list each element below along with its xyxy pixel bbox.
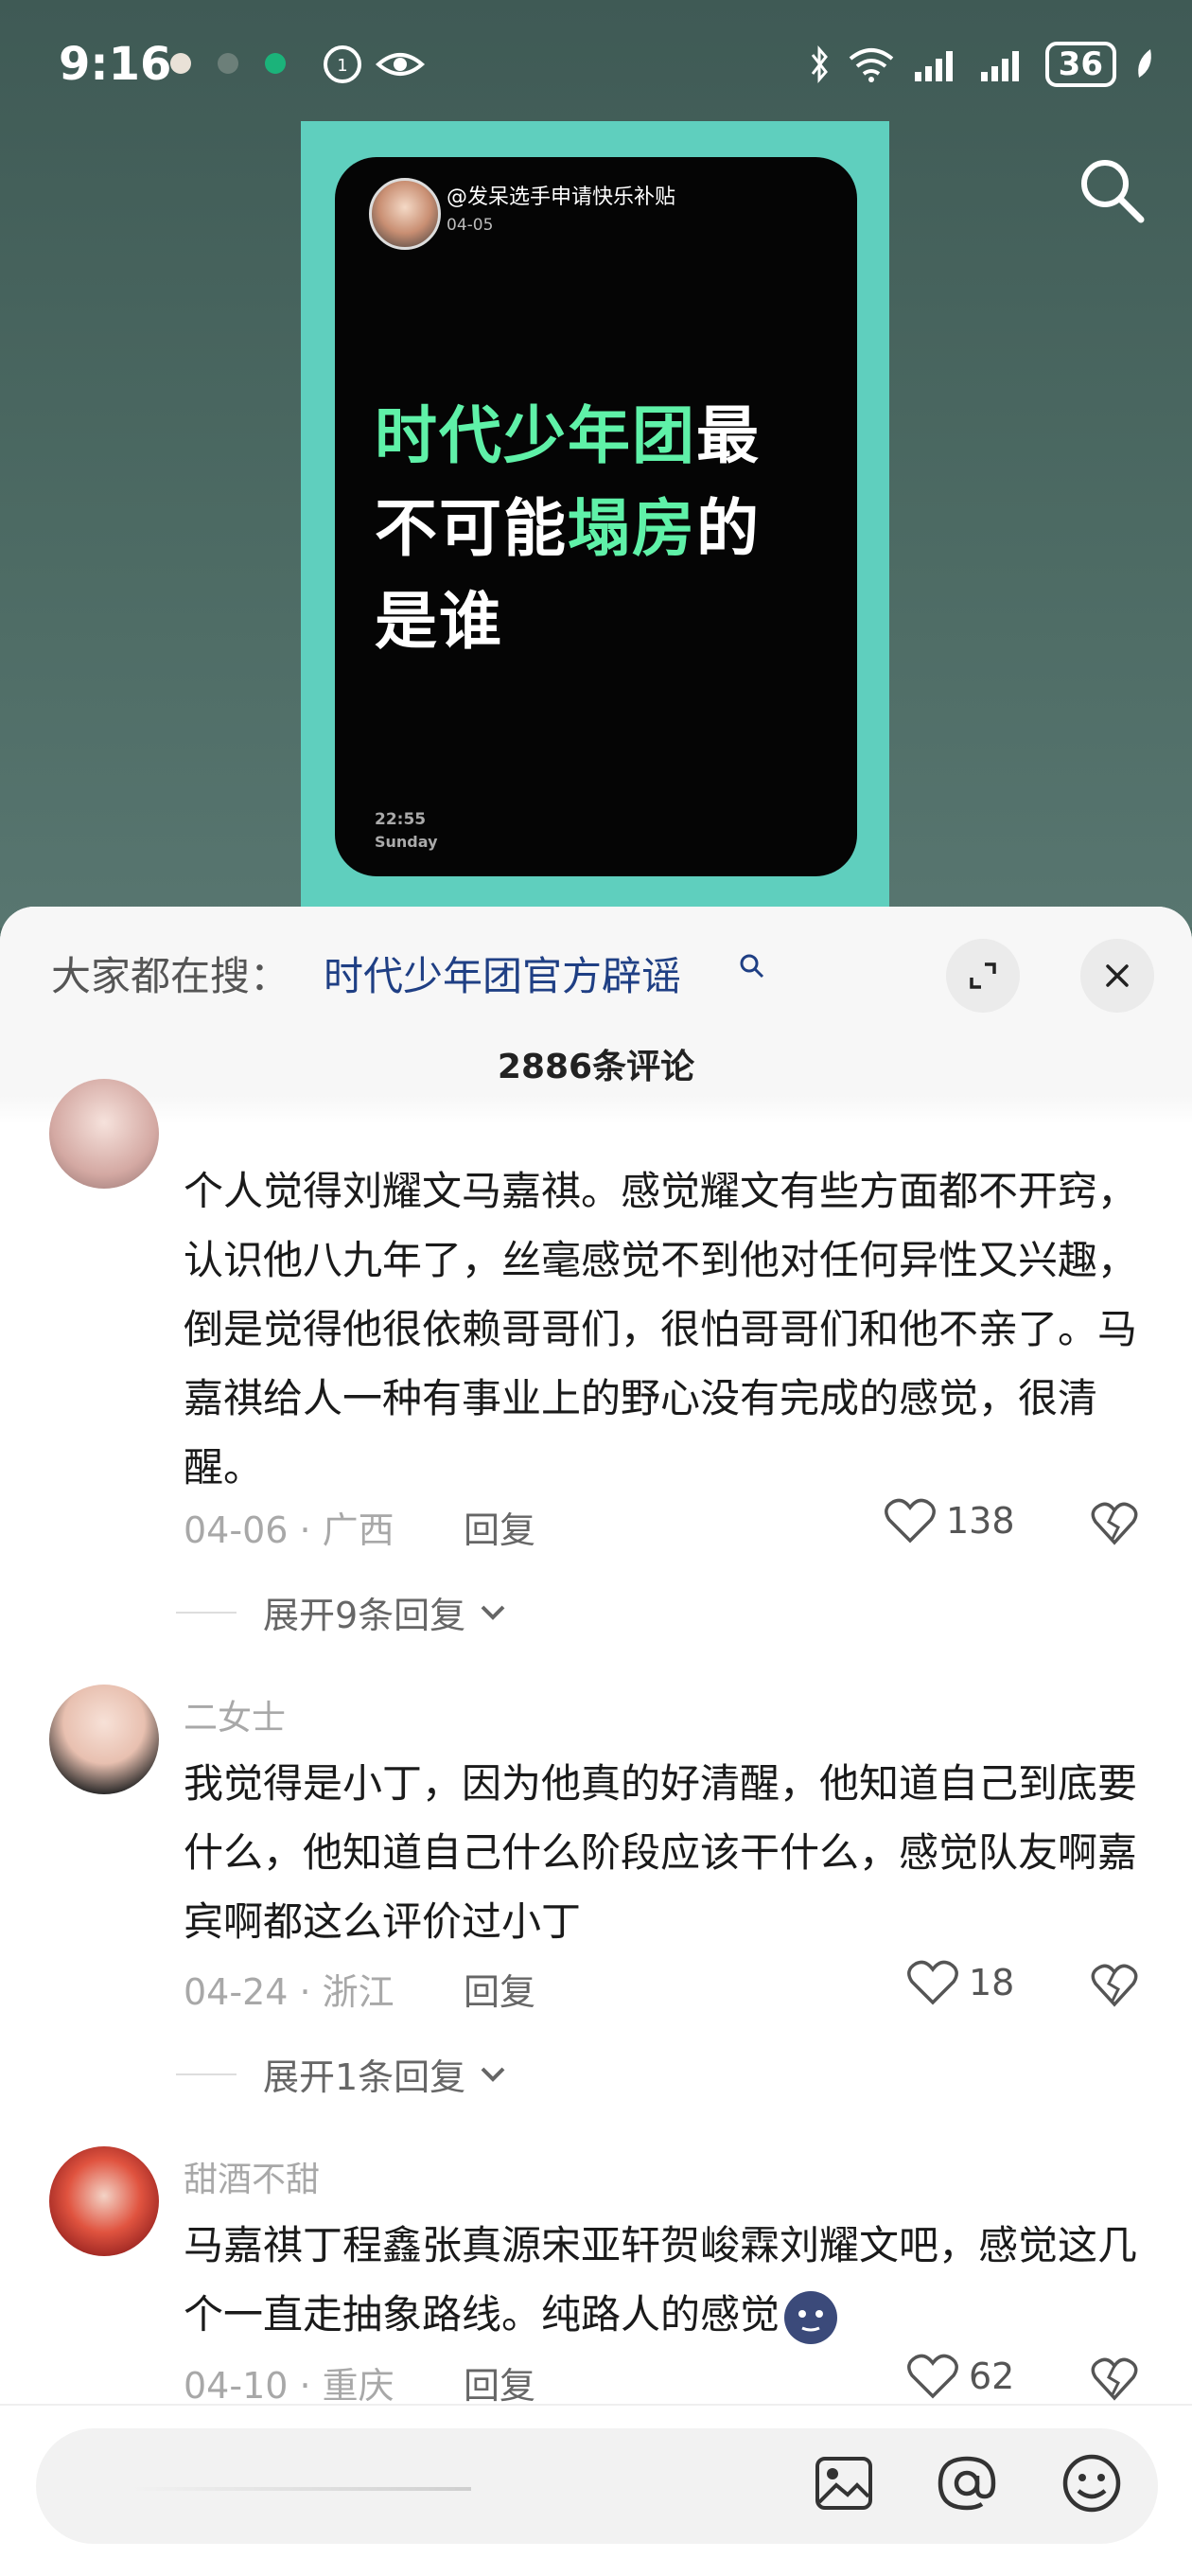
status-bar: 9:16 1 36 (0, 0, 1192, 132)
charging-leaf-icon (1138, 49, 1151, 78)
video-headline: 时代少年团最 不可能塌房的 是谁 (375, 390, 829, 668)
reply-button[interactable]: 回复 (464, 1963, 535, 2015)
like-button[interactable]: 62 (906, 2353, 1014, 2400)
chevron-down-icon (481, 1605, 505, 1620)
reply-button[interactable]: 回复 (464, 2356, 535, 2408)
comment-count: 2886条评论 (497, 1048, 695, 1086)
chevron-down-icon (481, 2067, 505, 2082)
headline-text: 不可能 (375, 492, 568, 565)
app-badge-icon: 1 (324, 45, 361, 83)
face-emoji-icon (784, 2290, 838, 2344)
heart-icon (907, 1960, 958, 2005)
comment-location: 广西 (322, 1509, 394, 1551)
card-day: Sunday (375, 833, 438, 851)
expand-replies[interactable]: 展开9条回复 (176, 1586, 509, 1638)
dislike-icon[interactable] (1090, 1963, 1139, 2008)
input-placeholder-bar (131, 2487, 471, 2491)
post-date: 04-05 (447, 216, 494, 235)
dislike-icon[interactable] (1090, 2356, 1139, 2402)
close-button[interactable] (1080, 939, 1154, 1013)
search-icon[interactable] (738, 952, 766, 980)
comment-date: 04-24 (184, 1971, 289, 2013)
creator-handle: @发呆选手申请快乐补贴 (447, 185, 676, 209)
like-button[interactable]: 18 (906, 1959, 1014, 2006)
comment-text-body: 马嘉祺丁程鑫张真源宋亚轩贺峻霖刘耀文吧，感觉这几个一直走抽象路线。纯路人的感觉 (184, 2222, 1138, 2338)
wifi-icon (849, 48, 893, 82)
card-clock: 22:55 (375, 810, 427, 829)
notification-icons (170, 53, 286, 74)
emoji-icon[interactable] (1060, 2451, 1124, 2515)
heart-icon (907, 2354, 958, 2399)
comment-location: 重庆 (322, 2365, 394, 2407)
heart-icon (885, 1498, 936, 1544)
sheet-header: 大家都在搜： 时代少年团官方辟谣 2886条评论 (0, 907, 1192, 1096)
trending-search-label: 大家都在搜： (51, 953, 290, 999)
at-icon[interactable] (935, 2451, 999, 2515)
signal-icon (980, 51, 1019, 81)
comment-date: 04-10 (184, 2365, 289, 2407)
status-time: 9:16 (59, 38, 172, 91)
bluetooth-icon (811, 45, 828, 83)
avatar[interactable] (49, 2146, 159, 2256)
close-icon (1106, 964, 1129, 987)
search-icon[interactable] (1075, 153, 1147, 225)
comment-text: 个人觉得刘耀文马嘉祺。感觉耀文有些方面都不开窍，认识他八九年了，丝毫感觉不到他对… (184, 1168, 1138, 1491)
like-button[interactable]: 138 (884, 1497, 1015, 1544)
like-count: 62 (969, 2355, 1015, 2397)
comment-date: 04-06 (184, 1509, 289, 1551)
signal-icon (914, 51, 953, 81)
expand-replies[interactable]: 展开1条回复 (176, 2048, 509, 2100)
commenter-name[interactable]: 甜酒不甜 (184, 2152, 320, 2201)
comment-text: 我觉得是小丁，因为他真的好清醒，他知道自己到底要什么，他知道自己什么阶段应该干什… (184, 1760, 1138, 1945)
avatar[interactable] (49, 1685, 159, 1794)
creator-avatar (369, 178, 441, 250)
comment-location: 浙江 (322, 1971, 394, 2013)
comment-text: 马嘉祺丁程鑫张真源宋亚轩贺峻霖刘耀文吧，感觉这几个一直走抽象路线。纯路人的感觉 (184, 2211, 1148, 2349)
avatar[interactable] (49, 1079, 159, 1189)
expand-icon (970, 962, 996, 989)
image-icon[interactable] (812, 2451, 876, 2515)
expand-replies-label: 展开9条回复 (263, 1595, 466, 1636)
headline-text: 是谁 (375, 585, 503, 658)
eye-icon (375, 53, 426, 76)
comment-input-bar (0, 2404, 1192, 2576)
headline-text: 的 (696, 492, 761, 565)
comment-meta: 04-06 · 广西 (184, 1509, 394, 1551)
like-count: 18 (969, 1962, 1015, 2003)
like-count: 138 (946, 1500, 1015, 1542)
reply-button[interactable]: 回复 (464, 1501, 535, 1553)
headline-text: 最 (696, 399, 761, 472)
battery-indicator: 36 (1044, 42, 1116, 87)
notification-app-icon (218, 53, 238, 74)
status-right: 36 (809, 42, 1154, 87)
svg-text:1: 1 (337, 56, 347, 76)
trending-search-link[interactable]: 时代少年团官方辟谣 (324, 944, 681, 1002)
comment-meta: 04-24 · 浙江 (184, 1971, 394, 2013)
headline-highlight: 塌房 (568, 492, 696, 565)
expand-replies-label: 展开1条回复 (263, 2056, 466, 2098)
expand-button[interactable] (946, 939, 1020, 1013)
notification-app-icon (265, 53, 286, 74)
notification-app-icon (170, 53, 191, 74)
headline-highlight: 时代少年团 (375, 399, 696, 472)
dislike-icon[interactable] (1090, 1501, 1139, 1546)
comment-meta: 04-10 · 重庆 (184, 2365, 394, 2407)
commenter-name[interactable]: 二女士 (184, 1690, 286, 1739)
